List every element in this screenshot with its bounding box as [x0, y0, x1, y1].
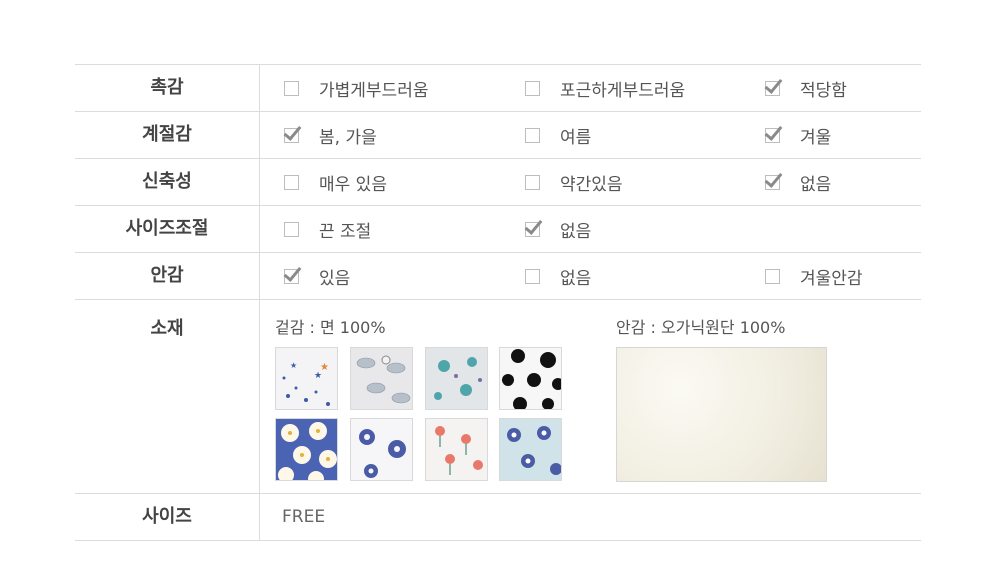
- option-label: 겨울: [800, 127, 832, 148]
- option[interactable]: 약간있음: [525, 159, 623, 205]
- option-label: 없음: [800, 174, 832, 195]
- option[interactable]: 없음: [525, 253, 591, 299]
- outer-material-text: 겉감 : 면 100%: [275, 318, 386, 337]
- option-label: 봄, 가을: [319, 127, 377, 148]
- option[interactable]: 있음: [284, 253, 350, 299]
- row-label: 소재: [75, 300, 260, 493]
- row-lining: 안감 있음 없음 겨울안감: [75, 253, 921, 300]
- size-value: FREE: [282, 507, 326, 527]
- option[interactable]: 겨울: [765, 112, 831, 158]
- option-label: 없음: [560, 268, 592, 289]
- checkbox[interactable]: [284, 80, 299, 96]
- option[interactable]: 가볍게부드러움: [284, 65, 428, 111]
- swatch-red-flower: [425, 418, 488, 481]
- row-label: 사이즈: [75, 494, 260, 540]
- row-season: 계절감 봄, 가을 여름 겨울: [75, 112, 921, 159]
- checkbox[interactable]: [525, 127, 540, 143]
- swatch-teal-floral: [425, 347, 488, 410]
- option-label: 있음: [319, 268, 351, 289]
- option-label: 적당함: [800, 80, 847, 101]
- product-info-table: 촉감 가볍게부드러움 포근하게부드러움 적당함 계절감 봄, 가을 여름 겨울 …: [75, 64, 921, 541]
- checkbox[interactable]: [525, 268, 540, 284]
- row-size: 사이즈 FREE: [75, 494, 921, 541]
- row-label: 안감: [75, 253, 260, 299]
- lining-fabric-image: [616, 347, 827, 482]
- row-stretch: 신축성 매우 있음 약간있음 없음: [75, 159, 921, 206]
- row-size-adjust: 사이즈조절 끈 조절 없음: [75, 206, 921, 253]
- row-label: 계절감: [75, 112, 260, 158]
- checkbox[interactable]: [525, 221, 540, 237]
- checkbox[interactable]: [284, 127, 299, 143]
- checkbox[interactable]: [284, 221, 299, 237]
- option-label: 끈 조절: [319, 221, 372, 242]
- checkbox[interactable]: [525, 80, 540, 96]
- checkbox[interactable]: [284, 174, 299, 190]
- lining-material-text: 안감 : 오가닉원단 100%: [616, 318, 786, 337]
- checkbox[interactable]: [284, 268, 299, 284]
- swatch-star: ★ ★ ★: [275, 347, 338, 410]
- row-touch: 촉감 가볍게부드러움 포근하게부드러움 적당함: [75, 65, 921, 112]
- option[interactable]: 매우 있음: [284, 159, 387, 205]
- option[interactable]: 겨울안감: [765, 253, 863, 299]
- checkbox[interactable]: [765, 80, 780, 96]
- option[interactable]: 여름: [525, 112, 591, 158]
- checkbox[interactable]: [765, 127, 780, 143]
- option-label: 겨울안감: [800, 268, 863, 289]
- checkbox[interactable]: [525, 174, 540, 190]
- row-label: 신축성: [75, 159, 260, 205]
- option-label: 포근하게부드러움: [560, 80, 686, 101]
- option[interactable]: 끈 조절: [284, 206, 371, 252]
- option-label: 여름: [560, 127, 592, 148]
- checkbox[interactable]: [765, 174, 780, 190]
- swatch-polka-dot: [499, 347, 562, 410]
- option[interactable]: 포근하게부드러움: [525, 65, 685, 111]
- option[interactable]: 적당함: [765, 65, 847, 111]
- swatch-blue-daisy: [275, 418, 338, 481]
- option-label: 약간있음: [560, 174, 623, 195]
- option[interactable]: 없음: [525, 206, 591, 252]
- option-label: 가볍게부드러움: [319, 80, 429, 101]
- svg-text:★: ★: [314, 371, 322, 381]
- row-material: 소재 겉감 : 면 100% 안감 : 오가닉원단 100% ★ ★ ★: [75, 300, 921, 494]
- row-label: 사이즈조절: [75, 206, 260, 252]
- svg-text:★: ★: [290, 361, 297, 370]
- option-label: 매우 있음: [319, 174, 387, 195]
- checkbox[interactable]: [765, 268, 780, 284]
- swatch-white-daisy: [350, 418, 413, 481]
- swatch-leaf: [350, 347, 413, 410]
- option-label: 없음: [560, 221, 592, 242]
- row-label: 촉감: [75, 65, 260, 111]
- option[interactable]: 없음: [765, 159, 831, 205]
- option[interactable]: 봄, 가을: [284, 112, 377, 158]
- swatch-mint-daisy: [499, 418, 562, 481]
